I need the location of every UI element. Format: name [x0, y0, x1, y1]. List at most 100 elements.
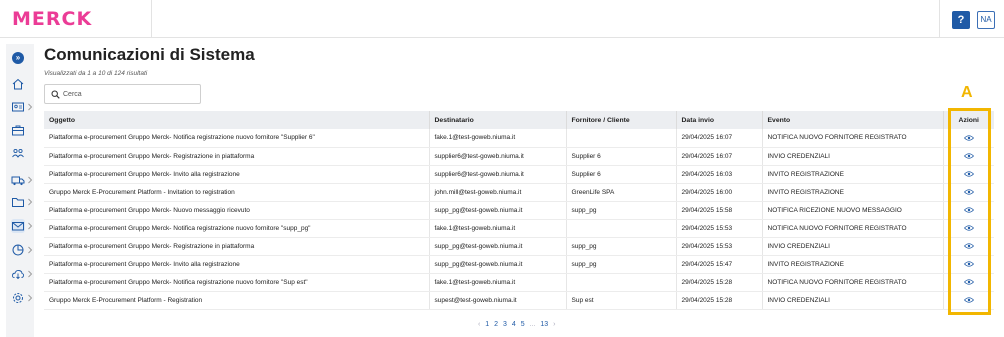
column-header-supplier[interactable]: Fornitore / Cliente — [566, 111, 677, 129]
cell-event: NOTIFICA NUOVO FORNITORE REGISTRATO — [762, 219, 944, 238]
cell-recipient: supp_pg@test-goweb.niuma.it — [429, 201, 567, 220]
sidebar-item-work[interactable] — [6, 122, 34, 138]
table-body: Piattaforma e-procurement Gruppo Merck- … — [44, 129, 994, 310]
cell-supplier: Sup est — [566, 291, 677, 310]
cell-date: 29/04/2025 15:53 — [676, 219, 763, 238]
chevron-right-icon — [28, 246, 33, 254]
column-header-recipient[interactable]: Destinatario — [429, 111, 567, 129]
cell-supplier — [566, 273, 677, 292]
cell-date: 29/04/2025 15:53 — [676, 237, 763, 256]
pagination-page-4[interactable]: 4 — [512, 321, 516, 328]
cell-date: 29/04/2025 16:07 — [676, 147, 763, 166]
communications-table: Oggetto Destinatario Fornitore / Cliente… — [44, 111, 994, 310]
table-header-row: Oggetto Destinatario Fornitore / Cliente… — [44, 111, 994, 129]
briefcase-icon — [12, 125, 24, 136]
cell-subject: Piattaforma e-procurement Gruppo Merck- … — [44, 237, 430, 256]
table-row[interactable]: Piattaforma e-procurement Gruppo Merck- … — [44, 165, 994, 184]
cell-subject: Piattaforma e-procurement Gruppo Merck- … — [44, 147, 430, 166]
cell-recipient: fake.1@test-goweb.niuma.it — [429, 129, 567, 148]
results-count: Visualizzati da 1 a 10 di 124 risultati — [44, 70, 148, 77]
cell-event: INVITO REGISTRAZIONE — [762, 165, 944, 184]
cell-subject: Piattaforma e-procurement Gruppo Merck- … — [44, 255, 430, 274]
table-row[interactable]: Gruppo Merck E-Procurement Platform - Re… — [44, 291, 994, 310]
sidebar-item-documents[interactable] — [6, 194, 34, 210]
cell-event: INVIO CREDENZIALI — [762, 291, 944, 310]
pagination-next[interactable]: › — [553, 321, 555, 328]
sidebar-item-home[interactable] — [6, 76, 34, 92]
column-header-event[interactable]: Evento — [762, 111, 944, 129]
cell-event: NOTIFICA RICEZIONE NUOVO MESSAGGIO — [762, 201, 944, 220]
cell-supplier: GreenLife SPA — [566, 183, 677, 202]
cell-date: 29/04/2025 16:07 — [676, 129, 763, 148]
users-icon — [12, 148, 24, 158]
table-row[interactable]: Piattaforma e-procurement Gruppo Merck- … — [44, 201, 994, 220]
cell-subject: Gruppo Merck E-Procurement Platform - In… — [44, 183, 430, 202]
cell-date: 29/04/2025 16:03 — [676, 165, 763, 184]
pagination-ellipsis: ... — [529, 321, 536, 328]
sidebar-item-downloads[interactable] — [6, 266, 34, 282]
pagination-prev[interactable]: ‹ — [478, 321, 480, 328]
table-row[interactable]: Piattaforma e-procurement Gruppo Merck- … — [44, 237, 994, 256]
sidebar-item-communications[interactable] — [6, 218, 34, 234]
search-input[interactable] — [63, 88, 193, 101]
cell-supplier: Supplier 6 — [566, 147, 677, 166]
cell-event: INVITO REGISTRAZIONE — [762, 183, 944, 202]
pagination-page-1[interactable]: 1 — [485, 321, 489, 328]
sidebar-item-settings[interactable] — [6, 290, 34, 306]
settings-icon — [13, 293, 23, 303]
sidebar: » — [6, 44, 34, 337]
cell-date: 29/04/2025 15:28 — [676, 273, 763, 292]
chart-icon — [12, 244, 24, 256]
column-header-date[interactable]: Data invio — [676, 111, 763, 129]
cell-recipient: supplier6@test-goweb.niuma.it — [429, 165, 567, 184]
cell-recipient: supp_pg@test-goweb.niuma.it — [429, 237, 567, 256]
chevron-right-icon — [28, 176, 33, 184]
column-header-subject[interactable]: Oggetto — [44, 111, 430, 129]
topbar-divider — [939, 0, 940, 38]
expand-sidebar-icon[interactable]: » — [12, 52, 24, 64]
search-field[interactable] — [44, 84, 201, 104]
merck-logo[interactable]: MERCK — [12, 9, 92, 29]
cloud-download-icon — [11, 269, 25, 280]
table-row[interactable]: Piattaforma e-procurement Gruppo Merck- … — [44, 219, 994, 238]
user-avatar[interactable]: NA — [977, 11, 995, 29]
cell-date: 29/04/2025 16:00 — [676, 183, 763, 202]
cell-recipient: supest@test-goweb.niuma.it — [429, 291, 567, 310]
page-title: Comunicazioni di Sistema — [44, 45, 255, 64]
cell-subject: Piattaforma e-procurement Gruppo Merck- … — [44, 219, 430, 238]
cell-supplier: Supplier 6 — [566, 165, 677, 184]
sidebar-item-registry[interactable] — [6, 99, 34, 115]
cell-subject: Piattaforma e-procurement Gruppo Merck- … — [44, 273, 430, 292]
cell-recipient: supp_pg@test-goweb.niuma.it — [429, 255, 567, 274]
sidebar-item-logistics[interactable] — [6, 172, 34, 188]
pagination-page-5[interactable]: 5 — [521, 321, 525, 328]
help-button[interactable]: ? — [952, 11, 970, 29]
cell-subject: Gruppo Merck E-Procurement Platform - Re… — [44, 291, 430, 310]
folder-icon — [12, 198, 24, 207]
sidebar-item-reports[interactable] — [6, 242, 34, 258]
cell-subject: Piattaforma e-procurement Gruppo Merck- … — [44, 165, 430, 184]
cell-recipient: supplier6@test-goweb.niuma.it — [429, 147, 567, 166]
table-row[interactable]: Gruppo Merck E-Procurement Platform - In… — [44, 183, 994, 202]
sidebar-item-users[interactable] — [6, 145, 34, 161]
table-row[interactable]: Piattaforma e-procurement Gruppo Merck- … — [44, 273, 994, 292]
cell-supplier — [566, 219, 677, 238]
cell-event: INVITO REGISTRAZIONE — [762, 255, 944, 274]
cell-event: INVIO CREDENZIALI — [762, 147, 944, 166]
cell-recipient: fake.1@test-goweb.niuma.it — [429, 273, 567, 292]
cell-date: 29/04/2025 15:28 — [676, 291, 763, 310]
search-icon — [51, 90, 60, 99]
cell-recipient: john.mill@test-goweb.niuma.it — [429, 183, 567, 202]
table-row[interactable]: Piattaforma e-procurement Gruppo Merck- … — [44, 147, 994, 166]
table-row[interactable]: Piattaforma e-procurement Gruppo Merck- … — [44, 129, 994, 148]
cell-event: NOTIFICA NUOVO FORNITORE REGISTRATO — [762, 129, 944, 148]
truck-icon — [11, 176, 25, 186]
pagination-page-last[interactable]: 13 — [540, 321, 548, 328]
cell-subject: Piattaforma e-procurement Gruppo Merck- … — [44, 129, 430, 148]
table-row[interactable]: Piattaforma e-procurement Gruppo Merck- … — [44, 255, 994, 274]
pagination-page-2[interactable]: 2 — [494, 321, 498, 328]
cell-supplier: supp_pg — [566, 237, 677, 256]
chevron-right-icon — [28, 198, 33, 206]
logo-area: MERCK — [0, 0, 152, 38]
pagination-page-3[interactable]: 3 — [503, 321, 507, 328]
